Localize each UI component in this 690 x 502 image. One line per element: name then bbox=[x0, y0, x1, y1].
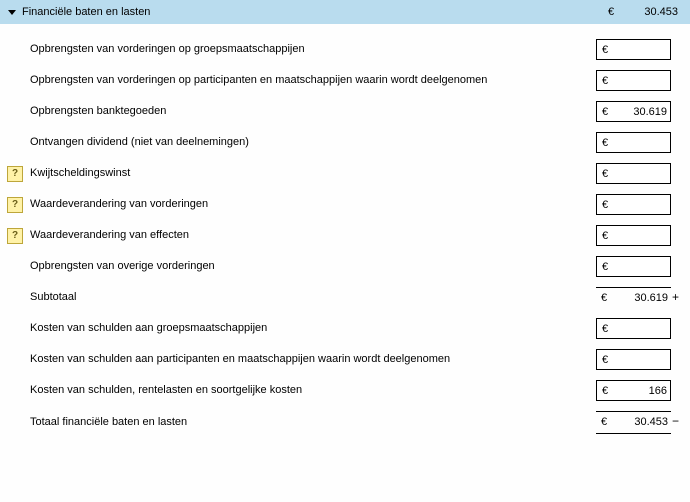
help-icon[interactable]: ? bbox=[7, 228, 23, 244]
subtotal-cell: € 30.619 bbox=[596, 287, 671, 308]
plus-icon: + bbox=[672, 287, 682, 304]
amount-field[interactable]: € bbox=[596, 163, 671, 184]
section-header[interactable]: Financiële baten en lasten € 30.453 bbox=[0, 0, 690, 24]
line-label: Kosten van schulden aan participanten en… bbox=[30, 352, 596, 366]
amount-input[interactable] bbox=[613, 323, 670, 335]
line-label: Ontvangen dividend (niet van deelneminge… bbox=[30, 135, 596, 149]
line-item: Ontvangen dividend (niet van deelneminge… bbox=[0, 127, 690, 158]
currency-symbol: € bbox=[597, 323, 613, 335]
amount-field[interactable]: € bbox=[596, 256, 671, 277]
amount-input[interactable] bbox=[613, 230, 670, 242]
total-cell: € 30.453 bbox=[596, 411, 671, 432]
amount-field[interactable]: € bbox=[596, 349, 671, 370]
minus-icon: − bbox=[672, 411, 682, 428]
line-item: Opbrengsten van vorderingen op groepsmaa… bbox=[0, 34, 690, 65]
currency-symbol: € bbox=[597, 354, 613, 366]
amount-input[interactable] bbox=[613, 106, 670, 118]
currency-symbol: € bbox=[597, 168, 613, 180]
line-label: Kosten van schulden aan groepsmaatschapp… bbox=[30, 321, 596, 335]
amount-input[interactable] bbox=[613, 261, 670, 273]
line-label: Waardeverandering van vorderingen bbox=[30, 197, 596, 211]
line-label: Kwijtscheldingswinst bbox=[30, 166, 596, 180]
line-label: Totaal financiële baten en lasten bbox=[30, 415, 596, 429]
amount-field[interactable]: € bbox=[596, 70, 671, 91]
amount-field[interactable]: € bbox=[596, 225, 671, 246]
line-item: Kosten van schulden aan participanten en… bbox=[0, 344, 690, 375]
currency-symbol: € bbox=[596, 292, 612, 304]
subtotal-row: Subtotaal € 30.619 + bbox=[0, 282, 690, 313]
line-item: ? Kwijtscheldingswinst € bbox=[0, 158, 690, 189]
amount-field[interactable]: € bbox=[596, 132, 671, 153]
currency-symbol: € bbox=[597, 137, 613, 149]
currency-symbol: € bbox=[596, 416, 612, 428]
help-icon[interactable]: ? bbox=[7, 166, 23, 182]
amount-field[interactable]: € bbox=[596, 380, 671, 401]
amount-input[interactable] bbox=[613, 137, 670, 149]
amount-field[interactable]: € bbox=[596, 101, 671, 122]
line-item: Opbrengsten van vorderingen op participa… bbox=[0, 65, 690, 96]
amount-field[interactable]: € bbox=[596, 39, 671, 60]
currency-symbol: € bbox=[597, 261, 613, 273]
currency-symbol: € bbox=[597, 106, 613, 118]
section-body: Opbrengsten van vorderingen op groepsmaa… bbox=[0, 24, 690, 446]
amount-field[interactable]: € bbox=[596, 194, 671, 215]
currency-symbol: € bbox=[597, 44, 613, 56]
line-label: Waardeverandering van effecten bbox=[30, 228, 596, 242]
line-label: Opbrengsten banktegoeden bbox=[30, 104, 596, 118]
currency-symbol: € bbox=[597, 75, 613, 87]
header-amount: 30.453 bbox=[626, 6, 682, 18]
amount-input[interactable] bbox=[613, 75, 670, 87]
double-rule bbox=[596, 433, 671, 434]
currency-symbol: € bbox=[597, 230, 613, 242]
total-value: 30.453 bbox=[612, 416, 671, 428]
caret-down-icon bbox=[8, 10, 16, 15]
currency-symbol: € bbox=[597, 385, 613, 397]
amount-input[interactable] bbox=[613, 44, 670, 56]
line-label: Subtotaal bbox=[30, 290, 596, 304]
line-label: Opbrengsten van overige vorderingen bbox=[30, 259, 596, 273]
amount-input[interactable] bbox=[613, 385, 670, 397]
help-icon[interactable]: ? bbox=[7, 197, 23, 213]
subtotal-value: 30.619 bbox=[612, 292, 671, 304]
total-row: Totaal financiële baten en lasten € 30.4… bbox=[0, 406, 690, 434]
amount-input[interactable] bbox=[613, 168, 670, 180]
header-currency: € bbox=[608, 6, 626, 18]
amount-field[interactable]: € bbox=[596, 318, 671, 339]
line-label: Opbrengsten van vorderingen op participa… bbox=[30, 73, 596, 87]
line-item: Opbrengsten van overige vorderingen € bbox=[0, 251, 690, 282]
amount-input[interactable] bbox=[613, 354, 670, 366]
amount-input[interactable] bbox=[613, 199, 670, 211]
line-item: Kosten van schulden, rentelasten en soor… bbox=[0, 375, 690, 406]
line-item: ? Waardeverandering van effecten € bbox=[0, 220, 690, 251]
line-label: Opbrengsten van vorderingen op groepsmaa… bbox=[30, 42, 596, 56]
line-label: Kosten van schulden, rentelasten en soor… bbox=[30, 383, 596, 397]
line-item: Kosten van schulden aan groepsmaatschapp… bbox=[0, 313, 690, 344]
line-item: Opbrengsten banktegoeden € bbox=[0, 96, 690, 127]
section-title: Financiële baten en lasten bbox=[22, 6, 150, 18]
currency-symbol: € bbox=[597, 199, 613, 211]
line-item: ? Waardeverandering van vorderingen € bbox=[0, 189, 690, 220]
